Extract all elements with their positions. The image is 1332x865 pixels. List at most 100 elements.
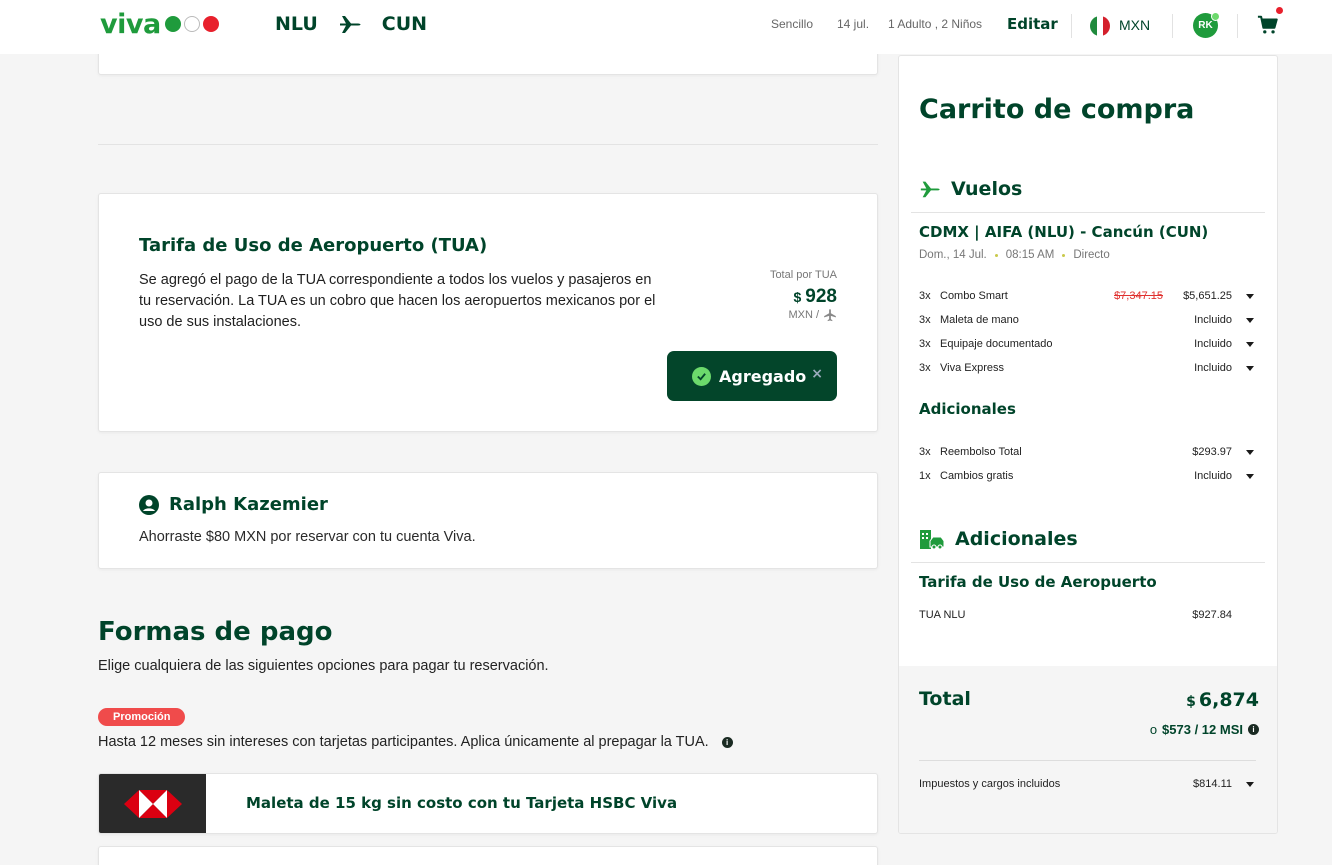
item-old-price: $7,347.15 bbox=[1114, 290, 1163, 302]
currency-selector[interactable]: MXN bbox=[1119, 17, 1150, 33]
cart-icon[interactable] bbox=[1257, 14, 1279, 36]
chevron-down-icon[interactable] bbox=[1246, 782, 1254, 787]
flag-mexico-icon[interactable] bbox=[1090, 16, 1110, 36]
cart-line-item[interactable]: 3x Equipaje documentado Incluido bbox=[919, 336, 1254, 354]
hsbc-offer-card[interactable]: Maleta de 15 kg sin costo con tu Tarjeta… bbox=[98, 773, 878, 834]
msi-prefix: o bbox=[1149, 722, 1158, 737]
cart-route: CDMX | AIFA (NLU) - Cancún (CUN) bbox=[919, 223, 1209, 241]
user-avatar[interactable]: RK bbox=[1193, 12, 1220, 38]
tua-unit: MXN / bbox=[788, 308, 837, 322]
msi-text: $573 / 12 MSI bbox=[1162, 722, 1243, 737]
promo-text-row: Hasta 12 meses sin intereses con tarjeta… bbox=[98, 734, 733, 750]
item-qty: 1x bbox=[919, 470, 931, 482]
header-divider bbox=[1071, 14, 1072, 38]
trip-type: Sencillo bbox=[771, 17, 814, 31]
tua-card: Tarifa de Uso de Aeropuerto (TUA) Se agr… bbox=[98, 193, 878, 432]
route-time: 08:15 AM bbox=[1005, 249, 1055, 261]
promo-text: Hasta 12 meses sin intereses con tarjeta… bbox=[98, 734, 709, 750]
cart-route-meta: Dom., 14 Jul. 08:15 AM Directo bbox=[919, 249, 1110, 261]
cart-notification-dot bbox=[1276, 7, 1283, 14]
top-header: viva NLU CUN Sencillo 14 jul. 1 Adulto ,… bbox=[0, 0, 1332, 54]
chevron-down-icon[interactable] bbox=[1246, 342, 1254, 347]
flights-heading-label: Vuelos bbox=[951, 178, 1023, 200]
info-icon[interactable]: i bbox=[1248, 724, 1259, 735]
user-name: Ralph Kazemier bbox=[169, 494, 328, 515]
hsbc-offer-text: Maleta de 15 kg sin costo con tu Tarjeta… bbox=[246, 794, 678, 812]
added-label: Agregado bbox=[719, 366, 807, 386]
chevron-down-icon[interactable] bbox=[1246, 474, 1254, 479]
item-price: $5,651.25 bbox=[1183, 290, 1232, 302]
plane-icon bbox=[824, 309, 836, 322]
item-price: Incluido bbox=[1194, 362, 1232, 374]
item-qty: 3x bbox=[919, 338, 931, 350]
promo-badge: Promoción bbox=[98, 708, 186, 726]
item-price: $927.84 bbox=[1192, 609, 1232, 621]
hsbc-logo bbox=[99, 774, 206, 833]
total-amount: 6,874 bbox=[1198, 689, 1259, 711]
section-divider bbox=[98, 144, 878, 145]
tua-added-button[interactable]: Agregado × bbox=[667, 351, 837, 401]
tua-total-label: Total por TUA bbox=[769, 269, 837, 281]
destination-code: CUN bbox=[381, 13, 428, 35]
tua-total-value: 928 bbox=[805, 286, 837, 307]
item-price: Incluido bbox=[1194, 338, 1232, 350]
plane-icon bbox=[920, 181, 940, 198]
msi-row: o $573 / 12 MSI i bbox=[1150, 722, 1259, 737]
cart-line-item[interactable]: 1x Cambios gratis Incluido bbox=[919, 468, 1254, 486]
item-name: Equipaje documentado bbox=[940, 338, 1053, 350]
item-price: $293.97 bbox=[1192, 446, 1232, 458]
tua-total-price: $928 bbox=[794, 286, 838, 308]
tua-title: Tarifa de Uso de Aeropuerto (TUA) bbox=[139, 235, 488, 256]
tua-unit-text: MXN / bbox=[788, 309, 819, 321]
taxes-row[interactable]: Impuestos y cargos incluidos $814.11 bbox=[919, 776, 1254, 794]
item-name: Viva Express bbox=[940, 362, 1004, 374]
payment-title: Formas de pago bbox=[98, 617, 333, 647]
user-name-row: Ralph Kazemier bbox=[139, 494, 328, 515]
trip-passengers: 1 Adulto , 2 Niños bbox=[888, 17, 983, 31]
total-value: $6,874 bbox=[1186, 689, 1259, 711]
flights-heading: Vuelos bbox=[919, 178, 1022, 200]
item-name: TUA NLU bbox=[919, 609, 966, 621]
viva-logo[interactable]: viva bbox=[100, 8, 219, 40]
chevron-down-icon[interactable] bbox=[1246, 450, 1254, 455]
cart-line-item: TUA NLU $927.84 bbox=[919, 607, 1254, 625]
header-divider bbox=[1237, 14, 1238, 38]
chevron-down-icon[interactable] bbox=[1246, 366, 1254, 371]
info-icon[interactable]: i bbox=[721, 736, 733, 748]
cart-line-item[interactable]: 3x Viva Express Incluido bbox=[919, 360, 1254, 378]
header-route: NLU CUN bbox=[275, 12, 427, 36]
cart-line-item[interactable]: 3x Reembolso Total $293.97 bbox=[919, 444, 1254, 462]
user-circle-icon bbox=[139, 494, 159, 515]
cart-line-item[interactable]: 3x Maleta de mano Incluido bbox=[919, 312, 1254, 330]
chevron-down-icon[interactable] bbox=[1246, 294, 1254, 299]
taxes-label: Impuestos y cargos incluidos bbox=[919, 778, 1061, 790]
logo-text: viva bbox=[100, 8, 161, 40]
section-line bbox=[911, 562, 1265, 563]
item-name: Maleta de mano bbox=[940, 314, 1019, 326]
cart-line-item[interactable]: 3x Combo Smart $7,347.15 $5,651.25 bbox=[919, 288, 1254, 306]
cart-title: Carrito de compra bbox=[919, 94, 1195, 125]
plane-icon bbox=[339, 16, 361, 33]
item-qty: 3x bbox=[919, 446, 931, 458]
next-payment-card[interactable] bbox=[98, 846, 878, 865]
item-price: Incluido bbox=[1194, 470, 1232, 482]
total-divider bbox=[919, 760, 1256, 761]
total-label: Total bbox=[919, 688, 971, 710]
item-qty: 3x bbox=[919, 362, 931, 374]
tua-description: Se agregó el pago de la TUA correspondie… bbox=[139, 272, 656, 330]
total-box: Total $6,874 o $573 / 12 MSI i Impuestos… bbox=[899, 666, 1277, 833]
additionals-heading-label: Adicionales bbox=[955, 528, 1078, 550]
currency-symbol: $ bbox=[1186, 694, 1196, 710]
cart-panel: Carrito de compra Vuelos CDMX | AIFA (NL… bbox=[898, 55, 1278, 834]
remove-icon[interactable]: × bbox=[811, 366, 823, 382]
payment-subtitle: Elige cualquiera de las siguientes opcio… bbox=[98, 658, 549, 674]
edit-search-link[interactable]: Editar bbox=[1007, 15, 1058, 33]
logo-dots bbox=[164, 16, 219, 32]
chevron-down-icon[interactable] bbox=[1246, 318, 1254, 323]
user-savings: Ahorraste $80 MXN por reservar con tu cu… bbox=[139, 529, 476, 545]
tua-subheading: Tarifa de Uso de Aeropuerto bbox=[919, 573, 1157, 591]
section-line bbox=[911, 212, 1265, 213]
item-name: Reembolso Total bbox=[940, 446, 1022, 458]
taxes-value: $814.11 bbox=[1193, 778, 1232, 790]
user-card: Ralph Kazemier Ahorraste $80 MXN por res… bbox=[98, 472, 878, 569]
